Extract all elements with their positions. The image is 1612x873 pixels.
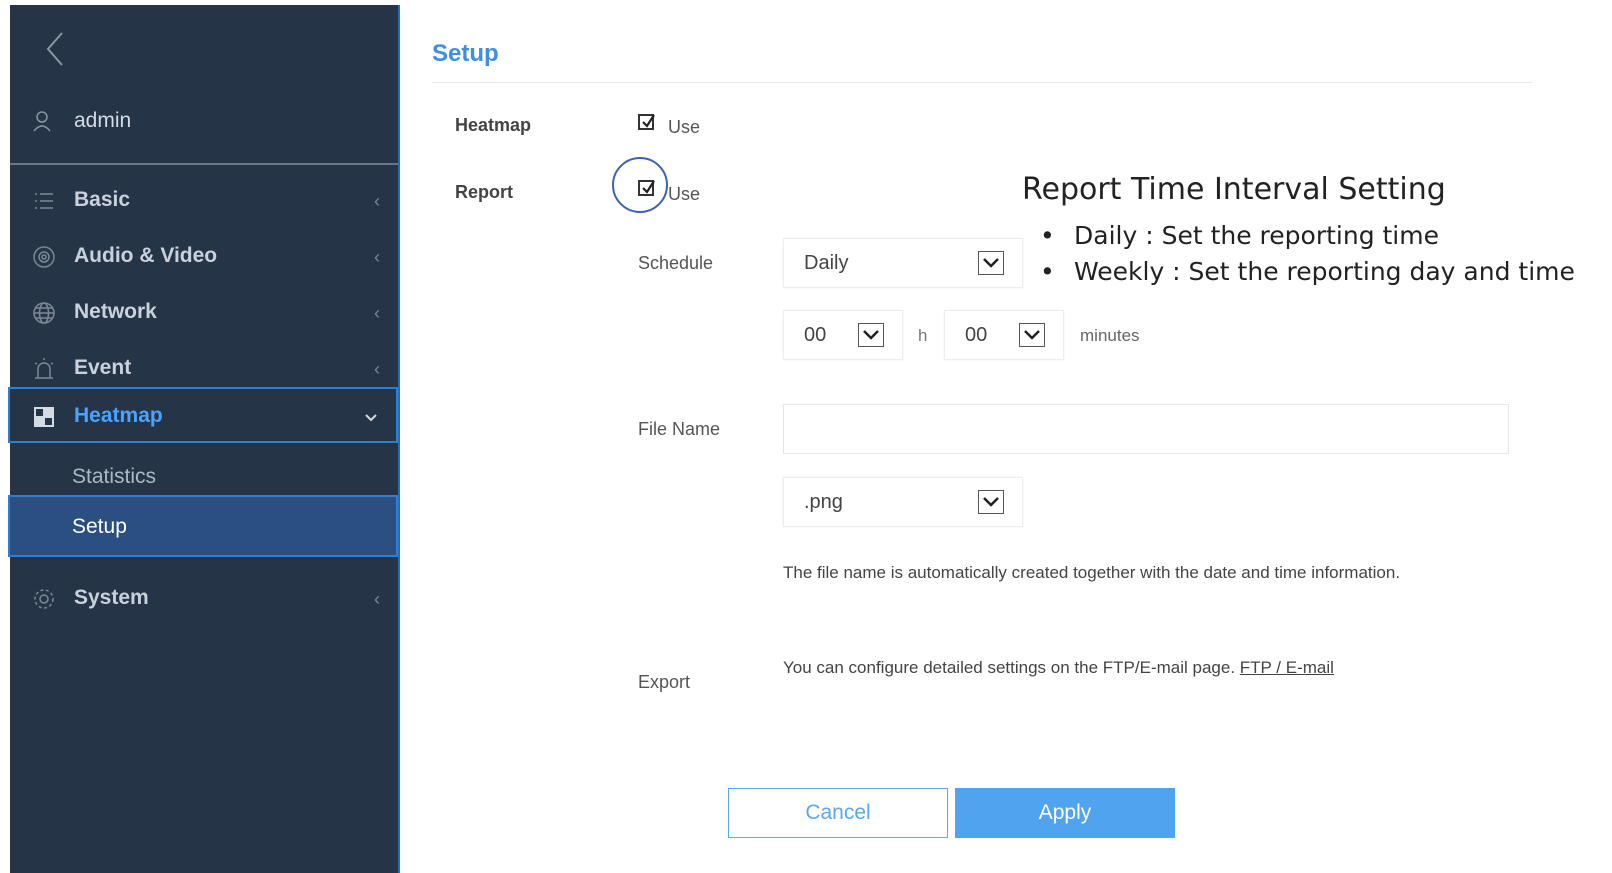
chevron-down-icon [978, 251, 1004, 275]
sidebar-item-heatmap[interactable]: Heatmap [8, 387, 398, 443]
chevron-left-icon: ‹ [374, 359, 380, 379]
report-use-label: Use [668, 184, 701, 204]
annotation-bullet: • Weekly : Set the reporting day and time [1040, 257, 1575, 286]
chevron-left-icon: ‹ [374, 191, 380, 211]
sidebar-item-basic[interactable]: Basic ‹ [10, 173, 398, 229]
annotation-list: • Daily : Set the reporting time • Weekly … [1040, 218, 1575, 290]
minute-value: 00 [965, 324, 988, 346]
gear-icon [32, 587, 56, 611]
chevron-left-icon: ‹ [374, 589, 380, 609]
schedule-label: Schedule [638, 253, 714, 273]
minute-select[interactable]: 00 [944, 310, 1064, 360]
heatmap-label: Heatmap [455, 115, 532, 135]
hour-select[interactable]: 00 [783, 310, 903, 360]
user-icon [32, 110, 52, 137]
ftp-email-link[interactable]: FTP / E-mail [1240, 658, 1334, 677]
chevron-down-icon [858, 323, 884, 347]
chevron-down-icon [1019, 323, 1045, 347]
export-label: Export [638, 672, 691, 692]
export-note: You can configure detailed settings on t… [783, 658, 1236, 677]
sidebar-item-label: Basic [74, 188, 131, 211]
sidebar-item-label: Event [74, 356, 132, 379]
report-label: Report [455, 182, 513, 202]
hour-unit: h [918, 326, 928, 345]
heatmap-icon [32, 405, 56, 429]
alarm-icon [32, 357, 56, 381]
heatmap-use-label: Use [668, 117, 701, 137]
file-name-note: The file name is automatically created t… [783, 563, 1401, 582]
back-chevron-icon[interactable] [40, 27, 70, 71]
annotation-title: Report Time Interval Setting [1022, 172, 1446, 207]
file-format-value: .png [804, 491, 843, 513]
minute-unit: minutes [1080, 326, 1140, 345]
sidebar-subitem-setup[interactable]: Setup [8, 495, 398, 557]
sidebar-subitem-label: Statistics [72, 465, 157, 488]
file-format-select[interactable]: .png [783, 477, 1023, 527]
file-name-input[interactable] [783, 404, 1509, 454]
checkmark-icon [642, 114, 655, 128]
report-use-checkbox[interactable] [638, 180, 655, 196]
cancel-button[interactable]: Cancel [728, 788, 948, 838]
sidebar-item-label: Heatmap [74, 404, 163, 427]
sidebar: admin Basic ‹ Audio & Video ‹ Network ‹ … [8, 5, 400, 873]
schedule-select[interactable]: Daily [783, 238, 1023, 288]
page-title: Setup [432, 40, 499, 67]
user-name: admin [74, 109, 132, 132]
file-name-label: File Name [638, 419, 721, 439]
schedule-value: Daily [804, 252, 849, 274]
list-icon [32, 189, 56, 213]
checkmark-icon [642, 180, 655, 194]
hour-value: 00 [804, 324, 827, 346]
chevron-left-icon: ‹ [374, 247, 380, 267]
sidebar-item-network[interactable]: Network ‹ [10, 285, 398, 341]
chevron-left-icon: ‹ [374, 303, 380, 323]
camera-icon [32, 245, 56, 269]
sidebar-item-audio-video[interactable]: Audio & Video ‹ [10, 229, 398, 285]
chevron-down-icon [978, 490, 1004, 514]
export-note-row: You can configure detailed settings on t… [783, 658, 1334, 678]
sidebar-divider [10, 163, 398, 165]
sidebar-item-system[interactable]: System ‹ [10, 571, 398, 627]
sidebar-item-label: Network [74, 300, 157, 323]
annotation-bullet: • Daily : Set the reporting time [1040, 221, 1439, 250]
sidebar-subitem-label: Setup [72, 515, 127, 538]
apply-button[interactable]: Apply [955, 788, 1175, 838]
heatmap-use-checkbox[interactable] [638, 114, 655, 130]
chevron-down-icon [364, 407, 378, 428]
sidebar-item-label: Audio & Video [74, 244, 218, 267]
globe-icon [32, 301, 56, 325]
sidebar-item-label: System [74, 586, 149, 609]
user-row[interactable]: admin [10, 87, 398, 157]
title-divider [432, 82, 1532, 83]
